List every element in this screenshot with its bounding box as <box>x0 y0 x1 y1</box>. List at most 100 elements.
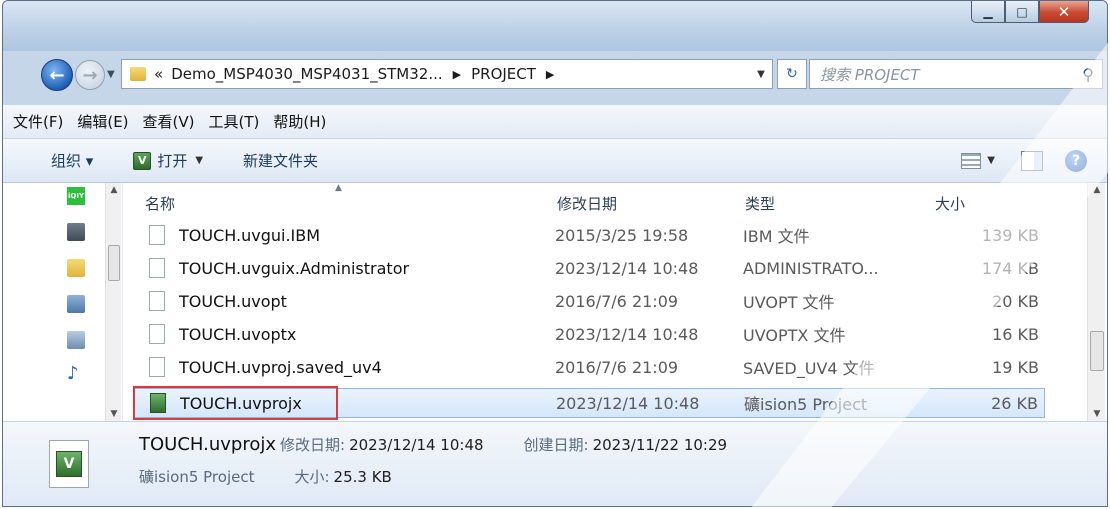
minimize-button[interactable]: ▁ <box>971 1 1005 23</box>
file-icon <box>149 324 165 344</box>
back-button[interactable]: ← <box>41 59 73 91</box>
details-modified-value: 2023/12/14 10:48 <box>349 436 484 454</box>
file-date: 2016/7/6 21:09 <box>555 291 679 311</box>
music-icon[interactable]: ♪ <box>67 363 85 384</box>
file-type: 礦ision5 Project <box>744 395 868 414</box>
file-name: TOUCH.uvoptx <box>179 324 297 344</box>
uvision-project-icon: V <box>49 440 89 488</box>
details-line-1: TOUCH.uvprojx 修改日期: 2023/12/14 10:48 创建日… <box>139 434 727 455</box>
file-icon <box>149 291 165 311</box>
folder-icon[interactable] <box>67 259 85 277</box>
table-row[interactable]: TOUCH.uvopt 2016/7/6 21:09 UVOPT 文件 20 K… <box>133 286 1045 316</box>
view-options-icon[interactable] <box>961 152 982 169</box>
document-icon[interactable] <box>67 331 85 349</box>
refresh-button[interactable]: ↻ <box>777 59 807 89</box>
details-pane: V TOUCH.uvprojx 修改日期: 2023/12/14 10:48 创… <box>3 421 1107 506</box>
forward-button[interactable]: → <box>75 60 105 90</box>
computer-icon[interactable] <box>67 295 85 313</box>
new-folder-button[interactable]: 新建文件夹 <box>243 150 318 171</box>
table-row[interactable]: TOUCH.uvoptx 2023/12/14 10:48 UVOPTX 文件 … <box>133 319 1045 349</box>
address-bar[interactable]: « Demo_MSP4030_MSP4031_STM32... ▶ PROJEC… <box>121 59 773 89</box>
details-line-2: 礦ision5 Project 大小: 25.3 KB <box>139 466 392 487</box>
sort-ascending-icon: ▲ <box>335 183 342 193</box>
breadcrumb-overflow[interactable]: « <box>154 65 163 83</box>
navigation-row: ← → ▼ « Demo_MSP4030_MSP4031_STM32... ▶ … <box>3 53 1107 95</box>
library-icon[interactable] <box>67 223 85 241</box>
maximize-button[interactable]: □ <box>1005 1 1039 23</box>
recent-pages-dropdown[interactable]: ▼ <box>107 69 115 80</box>
file-icon <box>149 258 165 278</box>
search-input[interactable]: 搜索 PROJECT ⚲ <box>809 59 1103 89</box>
menu-tools[interactable]: 工具(T) <box>209 111 260 132</box>
file-date: 2015/3/25 19:58 <box>555 225 689 245</box>
file-type: ADMINISTRATO... <box>743 258 879 278</box>
file-date: 2023/12/14 10:48 <box>555 324 699 344</box>
menu-bar: 文件(F) 编辑(E) 查看(V) 工具(T) 帮助(H) <box>3 105 1107 139</box>
details-size-label: 大小: <box>294 468 330 486</box>
command-bar: 组织 ▾ V 打开 ▼ 新建文件夹 ▼ ? <box>3 139 1107 183</box>
file-name: TOUCH.uvgui.IBM <box>179 225 321 245</box>
breadcrumb-project[interactable]: PROJECT <box>471 65 536 83</box>
open-label: 打开 <box>157 152 188 170</box>
title-bar: ▁ □ ✕ <box>3 1 1107 51</box>
table-row[interactable]: TOUCH.uvguix.Administrator 2023/12/14 10… <box>133 253 1045 283</box>
scroll-down-icon[interactable]: ▼ <box>1088 409 1106 419</box>
menu-view[interactable]: 查看(V) <box>143 111 195 132</box>
details-file-name: TOUCH.uvprojx <box>139 434 277 455</box>
open-button[interactable]: V 打开 ▼ <box>133 150 203 171</box>
preview-pane-icon[interactable] <box>1021 150 1043 171</box>
details-modified-label: 修改日期: <box>280 436 346 454</box>
scroll-up-icon[interactable]: ▲ <box>1088 185 1106 195</box>
file-size: 16 KB <box>992 324 1039 344</box>
help-icon[interactable]: ? <box>1065 149 1087 172</box>
menu-help[interactable]: 帮助(H) <box>273 111 326 132</box>
file-size: 20 KB <box>992 291 1039 311</box>
file-name: TOUCH.uvopt <box>179 291 287 311</box>
chevron-down-icon[interactable]: ▼ <box>195 155 203 166</box>
address-dropdown-icon[interactable]: ▼ <box>750 69 772 80</box>
column-header-name[interactable]: 名称 <box>145 193 175 214</box>
chevron-down-icon[interactable]: ▼ <box>987 155 995 166</box>
file-type: SAVED_UV4 文件 <box>743 359 875 378</box>
explorer-window: ▁ □ ✕ ← → ▼ « Demo_MSP4030_MSP4031_STM32… <box>2 0 1108 507</box>
scrollbar-thumb[interactable] <box>1090 331 1104 371</box>
scrollbar-thumb[interactable] <box>108 245 120 281</box>
file-type: UVOPT 文件 <box>743 293 835 312</box>
menu-file[interactable]: 文件(F) <box>13 111 63 132</box>
content-area: iQIY ♪ ▲ ▼ ▲ 名称 修改日期 类型 大小 TOUCH.uvgui.I… <box>3 183 1107 421</box>
breadcrumb-demo[interactable]: Demo_MSP4030_MSP4031_STM32... <box>171 65 442 83</box>
search-placeholder: 搜索 PROJECT <box>820 65 920 84</box>
scroll-down-icon[interactable]: ▼ <box>106 409 122 419</box>
table-row[interactable]: TOUCH.uvgui.IBM 2015/3/25 19:58 IBM 文件 1… <box>133 220 1045 250</box>
scroll-up-icon[interactable]: ▲ <box>106 185 122 195</box>
organize-button[interactable]: 组织 ▾ <box>51 150 93 171</box>
file-size: 19 KB <box>992 357 1039 377</box>
table-row[interactable]: TOUCH.uvproj.saved_uv4 2016/7/6 21:09 SA… <box>133 352 1045 382</box>
file-list-scrollbar[interactable]: ▲ ▼ <box>1087 183 1105 421</box>
iqiyi-icon[interactable]: iQIY <box>67 187 85 205</box>
column-header-size[interactable]: 大小 <box>935 193 965 214</box>
file-icon <box>149 225 165 245</box>
column-header-type[interactable]: 类型 <box>745 193 775 214</box>
file-size: 139 KB <box>981 225 1039 245</box>
folder-icon <box>130 67 146 81</box>
file-date: 2023/12/14 10:48 <box>556 393 700 413</box>
close-button[interactable]: ✕ <box>1039 1 1089 23</box>
breadcrumb-separator-icon[interactable]: ▶ <box>453 68 461 81</box>
breadcrumb-separator-icon[interactable]: ▶ <box>546 68 554 81</box>
details-created-label: 创建日期: <box>523 436 589 454</box>
organize-label: 组织 ▾ <box>51 152 94 170</box>
navigation-scrollbar[interactable]: ▲ ▼ <box>105 183 121 421</box>
file-type: UVOPTX 文件 <box>743 326 846 345</box>
search-icon[interactable]: ⚲ <box>1082 65 1094 84</box>
file-date: 2023/12/14 10:48 <box>555 258 699 278</box>
column-header-date[interactable]: 修改日期 <box>557 193 617 214</box>
highlight-annotation-box <box>133 386 338 420</box>
file-size: 174 KB <box>981 258 1039 278</box>
file-icon <box>149 357 165 377</box>
uvision-logo-icon: V <box>56 451 82 477</box>
file-date: 2016/7/6 21:09 <box>555 357 679 377</box>
menu-edit[interactable]: 编辑(E) <box>77 111 128 132</box>
view-controls: ▼ ? <box>961 149 1087 172</box>
file-list: ▲ 名称 修改日期 类型 大小 TOUCH.uvgui.IBM 2015/3/2… <box>125 183 1087 421</box>
